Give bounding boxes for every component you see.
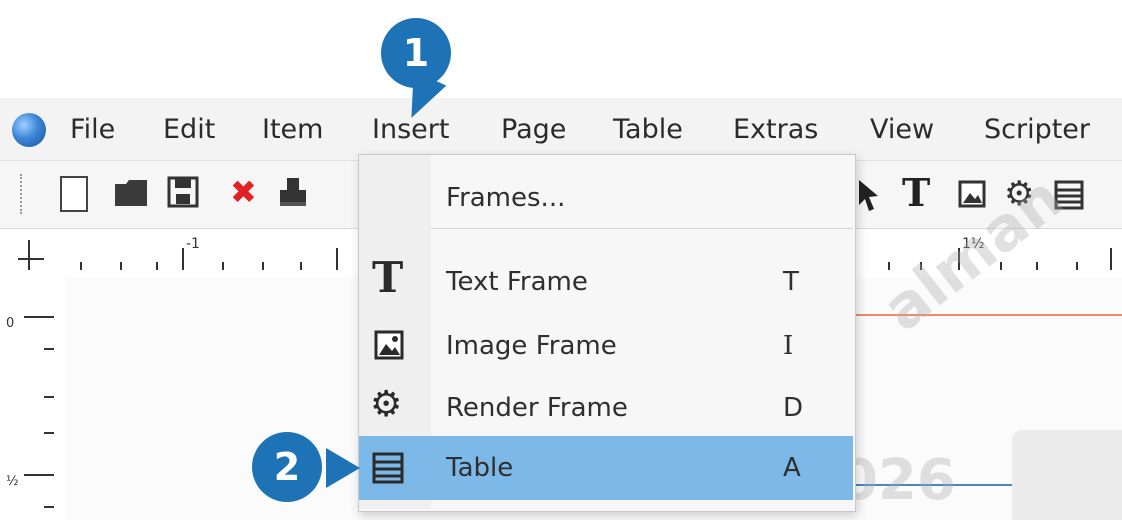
menu-render-frame-shortcut: D: [783, 393, 804, 423]
ruler-tick: [80, 262, 82, 270]
callout-badge-2: 2: [252, 432, 322, 502]
text-tool-icon[interactable]: T: [902, 172, 930, 214]
ruler-tick: [28, 240, 30, 270]
canvas-shadow: [1012, 430, 1122, 520]
ruler-tick: [44, 348, 54, 350]
callout-badge-1: 1: [381, 18, 451, 88]
ruler-tick: [24, 316, 54, 318]
menu-extras[interactable]: Extras: [733, 112, 818, 148]
ruler-tick: [1036, 262, 1038, 270]
ruler-tick: [336, 248, 338, 270]
ruler-label: ½: [6, 474, 19, 489]
open-folder-icon[interactable]: [114, 178, 148, 208]
ruler-tick: [1110, 248, 1112, 270]
ruler-tick: [120, 262, 122, 270]
menu-page[interactable]: Page: [501, 112, 566, 148]
ruler-tick: [888, 262, 890, 270]
render-frame-icon: ⚙: [370, 384, 403, 425]
ruler-tick: [262, 262, 264, 270]
menu-file[interactable]: File: [70, 112, 115, 148]
menu-view[interactable]: View: [870, 112, 934, 148]
new-document-icon[interactable]: [60, 176, 88, 212]
ruler-tick: [300, 262, 302, 270]
ruler-tick: [44, 432, 54, 434]
menu-edit[interactable]: Edit: [163, 112, 215, 148]
save-icon[interactable]: [167, 176, 199, 208]
ruler-tick: [44, 396, 54, 398]
menu-row-text-frame[interactable]: [359, 250, 853, 310]
close-icon[interactable]: ✖: [230, 174, 257, 210]
table-icon: [372, 452, 404, 484]
print-icon[interactable]: [278, 176, 308, 208]
menu-frames-label[interactable]: Frames...: [446, 180, 565, 216]
menu-scripter[interactable]: Scripter: [984, 112, 1090, 148]
ruler-tick: [24, 474, 54, 476]
ruler-tick: [222, 262, 224, 270]
callout-2-pointer: [326, 448, 360, 488]
ruler-tick: [1076, 262, 1078, 270]
menu-row-frames[interactable]: [359, 168, 853, 228]
menu-render-frame-label[interactable]: Render Frame: [446, 390, 628, 426]
ruler-tick: [182, 248, 184, 270]
ruler-label: 0: [6, 316, 15, 331]
menu-table-shortcut: A: [783, 453, 801, 483]
ruler-origin: [18, 258, 44, 260]
menu-text-frame-label[interactable]: Text Frame: [446, 264, 588, 300]
menu-separator: [431, 228, 853, 229]
menu-row-table-highlighted[interactable]: [359, 436, 853, 500]
menu-image-frame-shortcut: I: [783, 331, 794, 361]
menu-table-label[interactable]: Table: [446, 450, 513, 486]
image-frame-icon: [374, 330, 404, 360]
app-logo-icon: [12, 113, 46, 147]
menu-table[interactable]: Table: [613, 112, 683, 148]
menu-image-frame-label[interactable]: Image Frame: [446, 328, 617, 364]
select-arrow-icon[interactable]: [856, 178, 882, 212]
menu-text-frame-shortcut: T: [783, 267, 799, 297]
text-frame-icon: T: [372, 253, 404, 302]
ruler-tick: [156, 262, 158, 270]
menu-item[interactable]: Item: [262, 112, 323, 148]
toolbar-grip: [20, 174, 25, 214]
ruler-tick: [44, 506, 54, 508]
ruler-label: -1: [186, 236, 200, 252]
